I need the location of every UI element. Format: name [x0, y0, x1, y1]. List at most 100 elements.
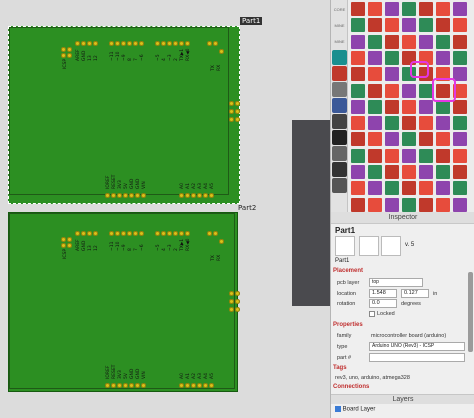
bin-part-item[interactable]	[385, 148, 399, 163]
bin-part-item[interactable]	[385, 99, 399, 114]
location-y-field[interactable]: 0.127	[401, 289, 429, 298]
bin-part-item[interactable]	[402, 165, 416, 179]
bin-part-item[interactable]	[351, 197, 365, 212]
bin-part-item[interactable]	[419, 132, 433, 147]
sparkfun-bin-icon[interactable]	[332, 146, 347, 161]
bin-part-item[interactable]	[436, 181, 450, 196]
bin-part-item[interactable]	[419, 148, 433, 163]
bin-part-item[interactable]	[385, 2, 399, 16]
bin-part-item[interactable]	[419, 99, 433, 114]
bin-part-item[interactable]	[368, 181, 382, 196]
location-x-field[interactable]: 1.548	[369, 289, 397, 298]
bin-part-item[interactable]	[453, 132, 467, 147]
partnum-field[interactable]	[369, 353, 465, 362]
bin-part-item[interactable]	[402, 18, 416, 33]
bin-part-item[interactable]	[351, 181, 365, 196]
bin-part-item[interactable]	[419, 34, 433, 49]
bin-part-item[interactable]	[385, 34, 399, 49]
bin-part-item[interactable]	[385, 165, 399, 179]
bin-part-item[interactable]	[419, 83, 433, 98]
bin-part-item[interactable]	[351, 116, 365, 131]
bin-part-item[interactable]	[453, 165, 467, 179]
bin-part-item[interactable]	[436, 132, 450, 147]
bin-part-item[interactable]	[453, 197, 467, 212]
contrib-bin-icon[interactable]	[332, 178, 347, 193]
bin-part-item[interactable]	[351, 99, 365, 114]
bin-part-item[interactable]	[368, 83, 382, 98]
bin-part-item[interactable]	[453, 18, 467, 33]
bin-tab-core[interactable]: CORE	[332, 2, 347, 17]
parts-bin[interactable]: CORE MINE MINE	[330, 0, 474, 214]
bin-part-item[interactable]	[385, 116, 399, 131]
bin-part-item[interactable]	[419, 2, 433, 16]
pcb-canvas[interactable]: Part1 AREF GND 13 12 ~11 ~10 ~9 8 7 ~6 ~5 4 ~3 2 TX▶1 R…	[0, 0, 330, 418]
bin-part-item[interactable]	[402, 83, 416, 98]
bin-part-item[interactable]	[402, 197, 416, 212]
bin-part-item[interactable]	[385, 181, 399, 196]
adafruit-bin-icon[interactable]	[332, 130, 347, 145]
bin-part-item[interactable]	[351, 132, 365, 147]
board-layer-checkbox[interactable]	[335, 406, 341, 412]
intel-bin-icon[interactable]	[332, 98, 347, 113]
bin-part-item[interactable]	[402, 34, 416, 49]
bin-part-item[interactable]	[419, 197, 433, 212]
bin-part-item[interactable]	[351, 148, 365, 163]
bin-part-item[interactable]	[368, 148, 382, 163]
bin-part-item[interactable]	[402, 116, 416, 131]
bin-part-item[interactable]	[402, 148, 416, 163]
bin-part-item[interactable]	[436, 148, 450, 163]
bin-part-item[interactable]	[453, 34, 467, 49]
fritzing-bin-icon[interactable]	[332, 66, 347, 81]
bin-part-item[interactable]	[402, 132, 416, 147]
board-layer-row[interactable]: Board Layer	[335, 406, 375, 413]
bin-part-item[interactable]	[402, 181, 416, 196]
bin-part-item[interactable]	[385, 67, 399, 82]
bin-part-item[interactable]	[453, 116, 467, 131]
bin-part-item[interactable]	[368, 99, 382, 114]
arduino-bin-icon[interactable]	[332, 50, 347, 65]
bin-part-item[interactable]	[436, 197, 450, 212]
location-unit[interactable]: in	[433, 291, 437, 297]
bin-part-item[interactable]	[368, 2, 382, 16]
bin-part-item[interactable]	[351, 67, 365, 82]
pa-bin-icon[interactable]	[332, 162, 347, 177]
bin-tab-mine[interactable]: MINE	[332, 18, 347, 33]
tags-value[interactable]: rev3, uno, arduino, atmega328	[335, 375, 410, 381]
arduino-board-part2[interactable]: AREF GND 13 12 ~11 ~10 ~9 8 7 ~6 ~5 4 ~3 2 TX▶1 RX◀0 ICS…	[8, 212, 240, 392]
bin-part-item[interactable]	[436, 2, 450, 16]
bin-part-item[interactable]	[351, 2, 365, 16]
arduino-board-part1[interactable]: AREF GND 13 12 ~11 ~10 ~9 8 7 ~6 ~5 4 ~3 2 TX▶1 RX◀0 ICS…	[8, 26, 240, 204]
bin-part-item[interactable]	[368, 18, 382, 33]
bin-part-item[interactable]	[419, 165, 433, 179]
bin-part-item[interactable]	[351, 165, 365, 179]
bin-part-item[interactable]	[385, 132, 399, 147]
bin-part-item[interactable]	[436, 18, 450, 33]
bin-part-item[interactable]	[368, 34, 382, 49]
bin-part-item[interactable]	[351, 83, 365, 98]
bin-part-item[interactable]	[385, 83, 399, 98]
bin-part-item[interactable]	[453, 148, 467, 163]
inspector-scrollbar[interactable]	[468, 272, 473, 352]
bin-part-item[interactable]	[385, 197, 399, 212]
bin-part-item[interactable]	[453, 2, 467, 16]
type-select[interactable]: Arduino UNO (Rev3) - ICSP	[369, 342, 465, 351]
bin-part-item[interactable]	[419, 181, 433, 196]
bin-part-item[interactable]	[436, 116, 450, 131]
bin-part-item[interactable]	[368, 116, 382, 131]
bin-part-item[interactable]	[436, 165, 450, 179]
locked-checkbox[interactable]	[369, 311, 375, 317]
bin-part-item[interactable]	[385, 50, 399, 65]
bin-part-item[interactable]	[402, 2, 416, 16]
bin-part-item[interactable]	[453, 99, 467, 114]
rotation-field[interactable]: 0.0	[369, 299, 397, 308]
bin-part-item[interactable]	[351, 18, 365, 33]
bin-part-item[interactable]	[402, 99, 416, 114]
pcb-layer-select[interactable]: top	[369, 278, 423, 287]
bin-tab-mine-2[interactable]: MINE	[332, 34, 347, 49]
bin-part-item[interactable]	[351, 34, 365, 49]
bin-part-item[interactable]	[436, 34, 450, 49]
bin-part-item[interactable]	[368, 165, 382, 179]
bin-part-item[interactable]	[368, 50, 382, 65]
bin-part-item[interactable]	[368, 132, 382, 147]
bin-part-item[interactable]	[385, 18, 399, 33]
